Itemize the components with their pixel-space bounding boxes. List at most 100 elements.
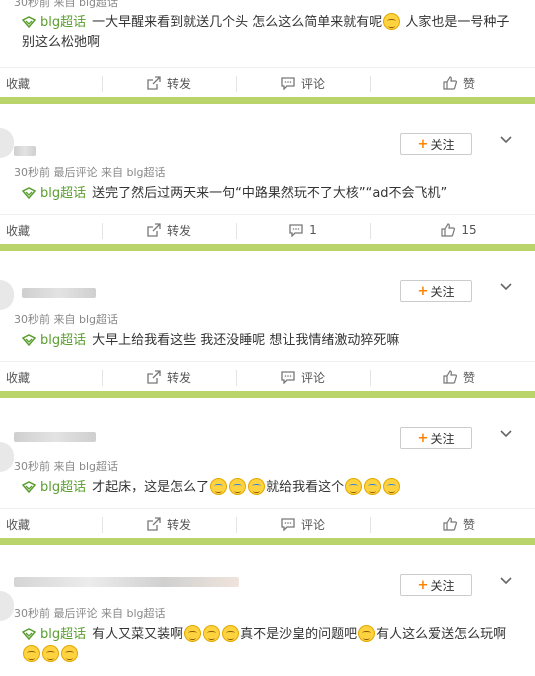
- post-meta: 30秒前 来自 blg超话: [14, 460, 119, 473]
- laugh-emoji-icon: [383, 13, 401, 30]
- collect-button[interactable]: 收藏: [0, 68, 36, 98]
- collect-button[interactable]: 收藏: [0, 362, 36, 392]
- post-separator: [0, 97, 535, 104]
- avatar[interactable]: [0, 591, 14, 621]
- repost-button[interactable]: 转发: [102, 509, 236, 539]
- post-content: blg超话 有人又菜又装啊 真不是沙皇的问题吧 有人这么爱送怎么玩啊: [22, 625, 511, 665]
- action-bar: 收藏 转发 1 15: [0, 214, 535, 245]
- post-text: 有人又菜又装啊: [92, 627, 184, 642]
- super-topic-icon: [22, 334, 36, 346]
- follow-button[interactable]: + 关注: [400, 133, 472, 155]
- post-card: + 关注 30秒前 来自 blg超话 blg超话 才起床，这是怎么了 就给我看这个 收…: [0, 398, 535, 538]
- repost-icon: [147, 223, 161, 237]
- super-topic-icon: [22, 16, 36, 28]
- smile-emoji-icon: [358, 625, 376, 642]
- repost-button[interactable]: 转发: [102, 68, 236, 98]
- thumbs-up-icon: [441, 223, 456, 237]
- action-bar: 收藏 转发 评论 赞: [0, 67, 535, 98]
- comment-icon: [281, 370, 295, 384]
- topic-link[interactable]: blg超话: [40, 480, 86, 495]
- repost-icon: [147, 370, 161, 384]
- chevron-down-icon[interactable]: [499, 132, 513, 146]
- smile-emoji-icon: [184, 625, 202, 642]
- collect-button[interactable]: 收藏: [0, 509, 36, 539]
- username[interactable]: [14, 146, 36, 156]
- collect-label: 收藏: [5, 223, 30, 238]
- post-text-cont: 就给我看这个: [266, 480, 345, 495]
- comment-button[interactable]: 评论: [236, 68, 370, 98]
- collect-button[interactable]: 收藏: [0, 215, 36, 245]
- chevron-down-icon[interactable]: [499, 573, 513, 587]
- repost-label: 转发: [166, 517, 191, 532]
- topic-link[interactable]: blg超话: [40, 627, 86, 642]
- post-card: + 关注 30秒前 最后评论 来自 blg超话 blg超话 送完了然后过两天来一句“…: [0, 104, 535, 244]
- avatar[interactable]: [0, 442, 14, 472]
- post-content: blg超话 大早上给我看这些 我还没睡呢 想让我情绪激动猝死嘛: [22, 331, 495, 351]
- post-separator: [0, 538, 535, 545]
- like-button[interactable]: 赞: [392, 509, 526, 539]
- follow-label: 关注: [430, 137, 455, 152]
- repost-icon: [147, 517, 161, 531]
- username[interactable]: [14, 432, 96, 442]
- crying-emoji-icon: [383, 478, 401, 495]
- crying-emoji-icon: [364, 478, 382, 495]
- follow-button[interactable]: + 关注: [400, 427, 472, 449]
- post-text: 一大早醒来看到就送几个头 怎么这么简单来就有呢: [92, 15, 383, 30]
- avatar[interactable]: [0, 280, 14, 310]
- comment-icon: [281, 76, 295, 90]
- crying-emoji-icon: [248, 478, 266, 495]
- like-button[interactable]: 赞: [392, 68, 526, 98]
- post-text-cont: 真不是沙皇的问题吧: [240, 627, 358, 642]
- avatar[interactable]: [0, 128, 14, 158]
- super-topic-icon: [22, 628, 36, 640]
- comment-icon: [289, 223, 303, 237]
- post-card: + 关注 30秒前 最后评论 来自 blg超话 blg超话 有人又菜又装啊 真不是沙皇…: [0, 545, 535, 676]
- follow-label: 关注: [430, 431, 455, 446]
- comment-label: 评论: [300, 370, 325, 385]
- topic-link[interactable]: blg超话: [40, 15, 86, 30]
- repost-button[interactable]: 转发: [102, 362, 236, 392]
- follow-label: 关注: [430, 284, 455, 299]
- divider: [370, 76, 371, 92]
- repost-label: 转发: [166, 370, 191, 385]
- thumbs-up-icon: [443, 370, 457, 384]
- divider: [370, 223, 371, 239]
- like-count: 15: [461, 223, 477, 237]
- like-button[interactable]: 赞: [392, 362, 526, 392]
- collect-label: 收藏: [5, 76, 30, 91]
- post-content: blg超话 送完了然后过两天来一句“中路果然玩不了大核”“ad不会飞机”: [22, 184, 495, 204]
- post-text: 才起床，这是怎么了: [92, 480, 210, 495]
- follow-button[interactable]: + 关注: [400, 574, 472, 596]
- collect-label: 收藏: [5, 517, 30, 532]
- like-button[interactable]: 15: [392, 215, 526, 245]
- username[interactable]: [22, 288, 96, 298]
- crying-emoji-icon: [210, 478, 228, 495]
- crying-emoji-icon: [229, 478, 247, 495]
- like-label: 赞: [462, 370, 475, 385]
- repost-label: 转发: [166, 76, 191, 91]
- topic-link[interactable]: blg超话: [40, 333, 86, 348]
- smile-emoji-icon: [42, 645, 59, 662]
- post-text-cont: 有人这么爱送怎么玩啊: [376, 627, 507, 642]
- chevron-down-icon[interactable]: [499, 426, 513, 440]
- comment-button[interactable]: 1: [236, 215, 370, 245]
- comment-button[interactable]: 评论: [236, 362, 370, 392]
- post-card: 30秒前 来自 blg超话 blg超话 一大早醒来看到就送几个头 怎么这么简单来就…: [0, 0, 535, 97]
- comment-icon: [281, 517, 295, 531]
- chevron-down-icon[interactable]: [499, 279, 513, 293]
- collect-label: 收藏: [5, 370, 30, 385]
- repost-label: 转发: [166, 223, 191, 238]
- comment-button[interactable]: 评论: [236, 509, 370, 539]
- repost-icon: [147, 76, 161, 90]
- post-separator: [0, 391, 535, 398]
- smile-emoji-icon: [61, 645, 78, 662]
- post-meta: 30秒前 最后评论 来自 blg超话: [14, 166, 166, 179]
- post-meta: 30秒前 来自 blg超话: [14, 0, 119, 9]
- post-meta: 30秒前 来自 blg超话: [14, 313, 119, 326]
- repost-button[interactable]: 转发: [102, 215, 236, 245]
- post-text: 大早上给我看这些 我还没睡呢 想让我情绪激动猝死嘛: [92, 333, 400, 348]
- username[interactable]: [14, 577, 239, 587]
- follow-button[interactable]: + 关注: [400, 280, 472, 302]
- post-card: + 关注 30秒前 来自 blg超话 blg超话 大早上给我看这些 我还没睡呢 想让…: [0, 251, 535, 391]
- topic-link[interactable]: blg超话: [40, 186, 86, 201]
